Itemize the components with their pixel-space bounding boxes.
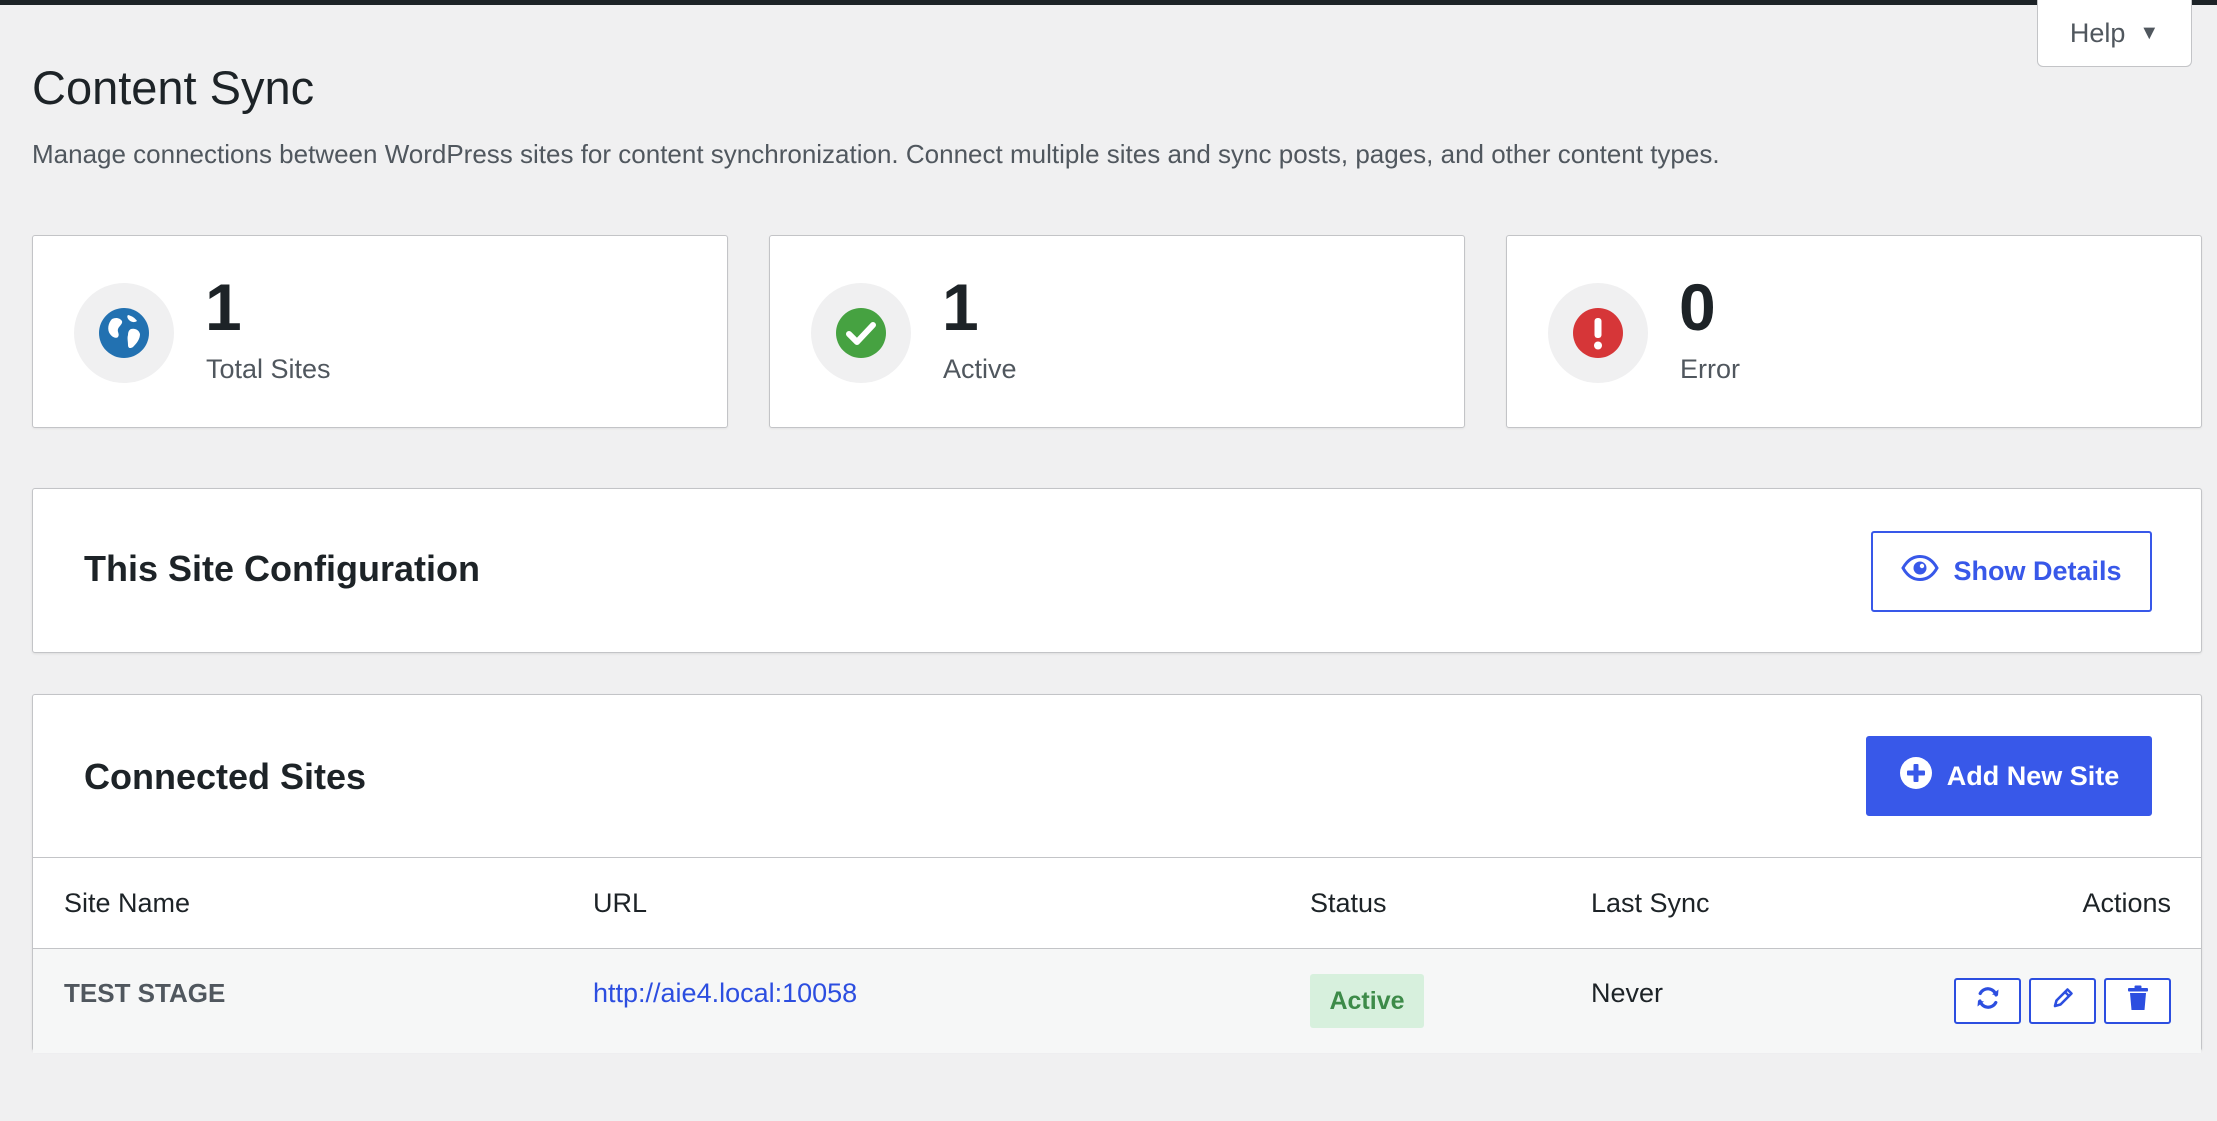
edit-site-button[interactable] xyxy=(2029,978,2096,1024)
admin-top-bar xyxy=(0,0,2217,5)
connected-sites-title: Connected Sites xyxy=(84,756,367,797)
help-label: Help xyxy=(2069,17,2126,48)
trash-icon xyxy=(2127,985,2149,1018)
stat-value: 0 xyxy=(1679,270,1716,344)
stat-label: Error xyxy=(1680,354,1740,384)
delete-site-button[interactable] xyxy=(2104,978,2171,1024)
table-row: TEST STAGE http://aie4.local:10058 Activ… xyxy=(33,948,2201,1053)
column-header-site-name[interactable]: Site Name xyxy=(33,857,593,949)
column-header-last-sync[interactable]: Last Sync xyxy=(1591,857,1952,949)
column-header-actions: Actions xyxy=(1952,857,2201,949)
table-header-row: Site Name URL Status Last Sync Actions xyxy=(33,857,2201,949)
site-name: TEST STAGE xyxy=(64,977,226,1008)
status-badge: Active xyxy=(1310,974,1424,1028)
show-details-button[interactable]: Show Details xyxy=(1871,531,2152,612)
connected-sites-panel: Connected Sites Add New Site Site Name U… xyxy=(32,694,2202,1053)
stat-card-error: 0 Error xyxy=(1506,235,2202,428)
add-new-site-button[interactable]: Add New Site xyxy=(1866,736,2152,816)
site-configuration-title: This Site Configuration xyxy=(84,548,480,589)
add-new-site-label: Add New Site xyxy=(1946,760,2120,791)
row-actions xyxy=(1954,978,2171,1024)
globe-icon xyxy=(74,283,174,383)
stat-card-active: 1 Active xyxy=(769,235,1465,428)
site-url-link[interactable]: http://aie4.local:10058 xyxy=(593,978,857,1008)
stat-label: Active xyxy=(943,354,1017,384)
caret-down-icon: ▼ xyxy=(2139,21,2160,44)
connected-sites-table: Site Name URL Status Last Sync Actions T… xyxy=(33,857,2201,1053)
alert-circle-icon xyxy=(1548,283,1648,383)
stat-value: 1 xyxy=(205,270,242,344)
sync-icon xyxy=(1975,985,2001,1018)
column-header-status[interactable]: Status xyxy=(1310,857,1591,949)
stat-value: 1 xyxy=(942,270,979,344)
pencil-icon xyxy=(2051,986,2075,1017)
stat-card-total-sites: 1 Total Sites xyxy=(32,235,728,428)
page-title: Content Sync xyxy=(32,61,315,114)
last-sync-value: Never xyxy=(1591,977,1664,1008)
show-details-label: Show Details xyxy=(1953,556,2122,586)
column-header-url[interactable]: URL xyxy=(593,857,1310,949)
site-configuration-panel: This Site Configuration Show Details xyxy=(32,488,2202,653)
check-circle-icon xyxy=(811,283,911,383)
help-tab-button[interactable]: Help ▼ xyxy=(2037,0,2192,67)
eye-icon xyxy=(1901,554,1940,588)
plus-circle-icon xyxy=(1899,756,1933,797)
stat-label: Total Sites xyxy=(206,354,331,384)
page-description: Manage connections between WordPress sit… xyxy=(32,139,1720,169)
sync-site-button[interactable] xyxy=(1954,978,2021,1024)
